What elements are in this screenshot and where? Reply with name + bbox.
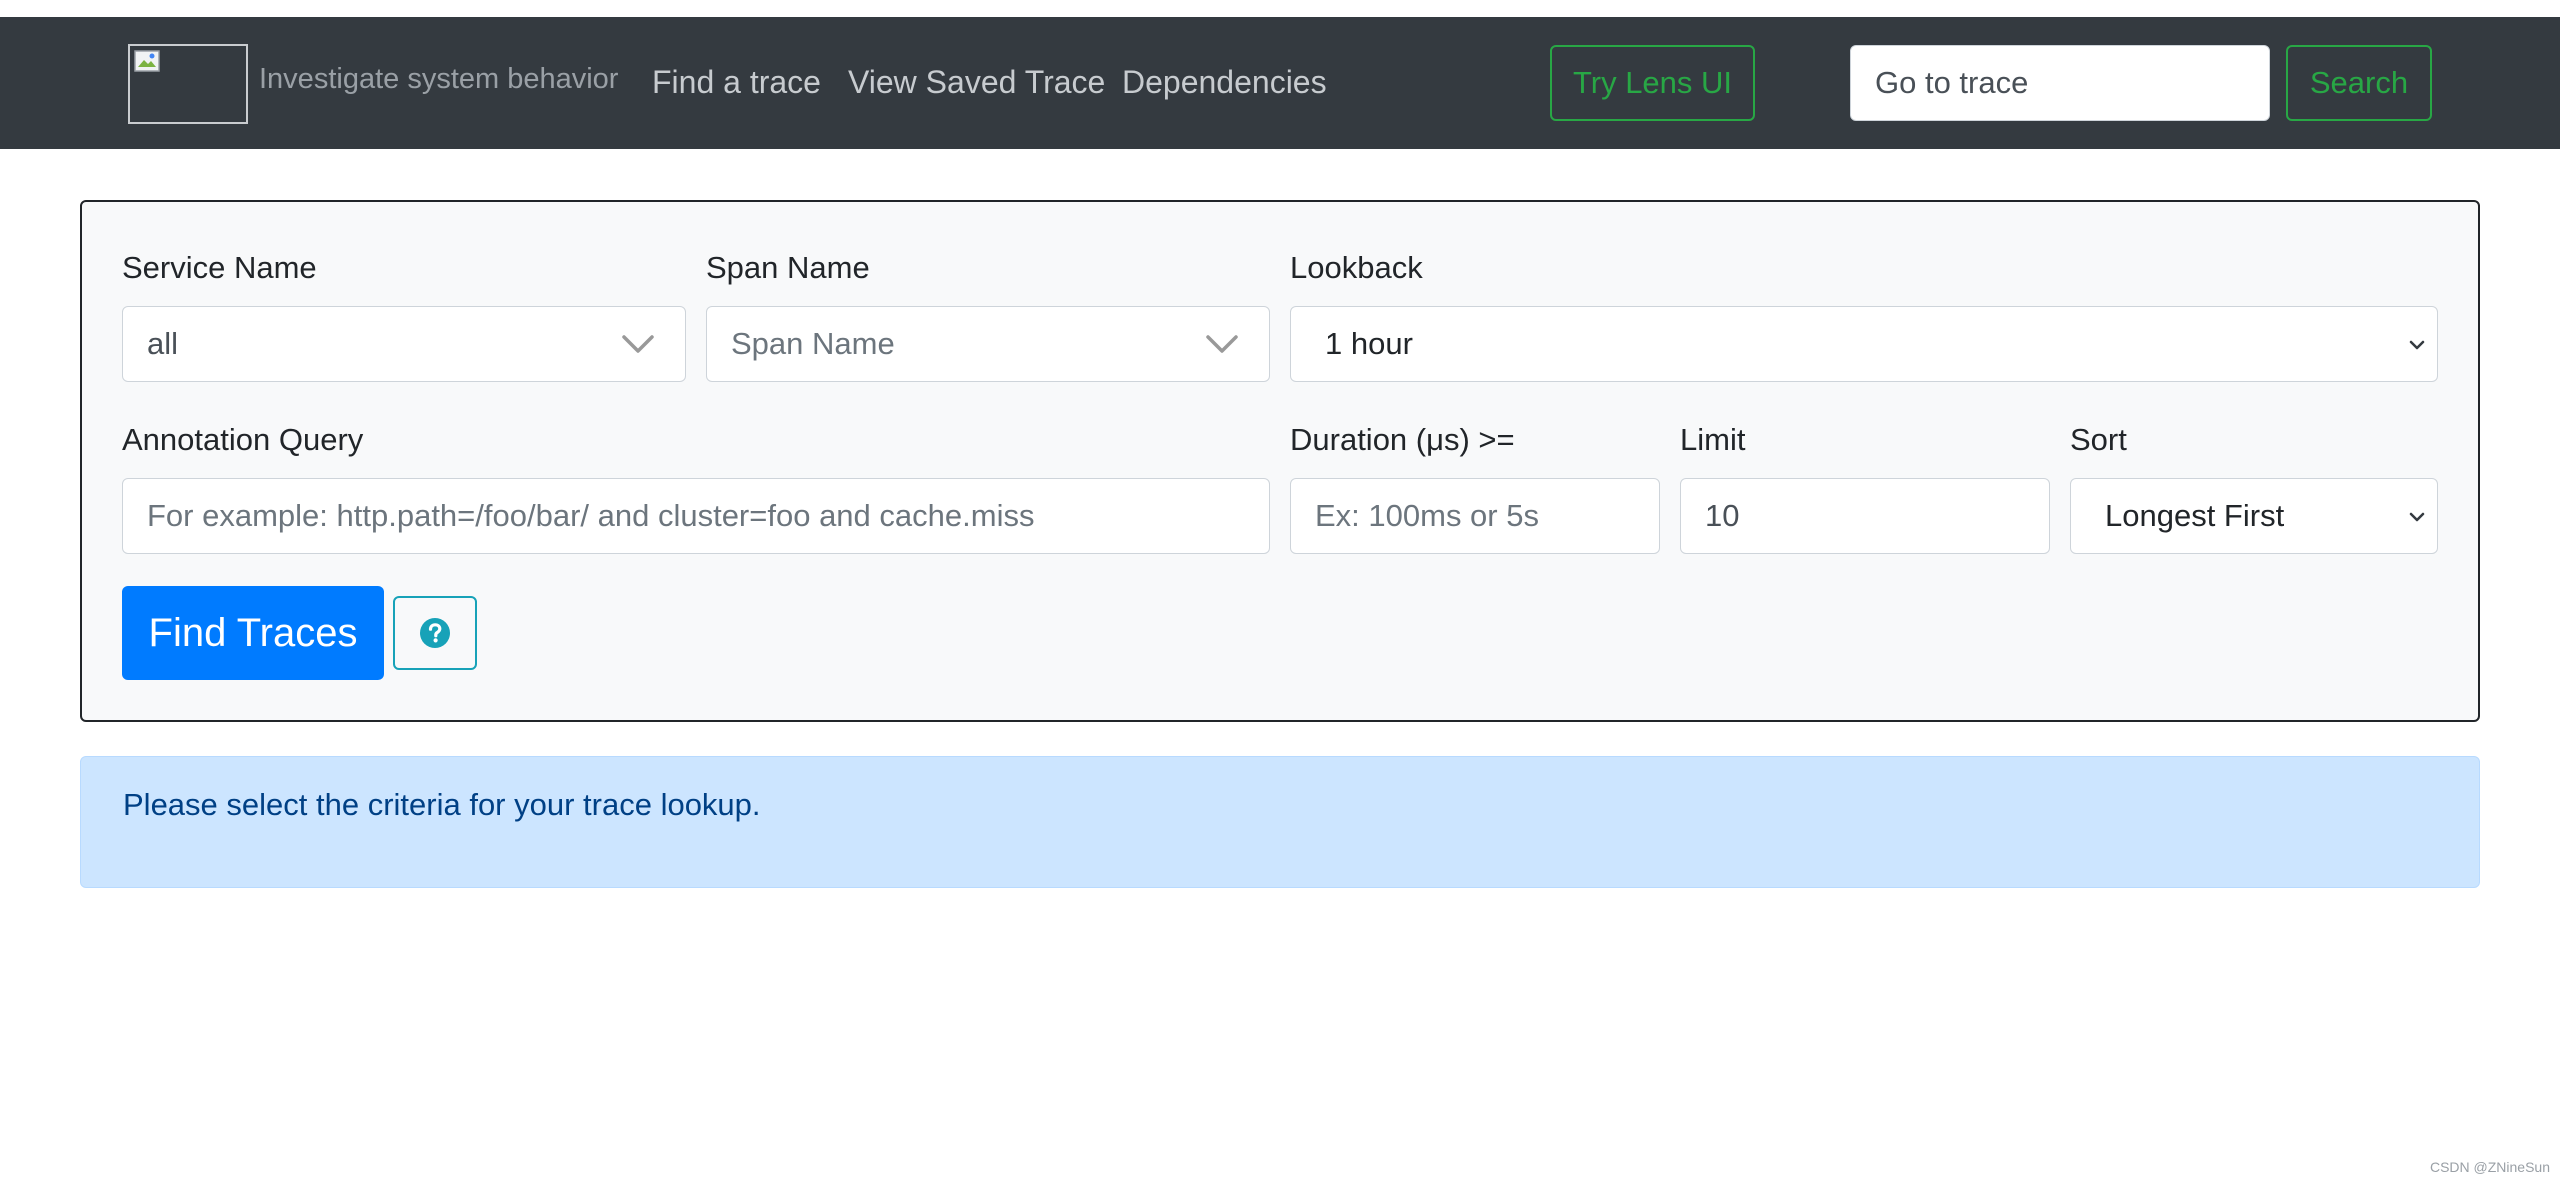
sort-value: Longest First — [2105, 498, 2285, 533]
span-name-placeholder: Span Name — [731, 326, 895, 361]
alert-message: Please select the criteria for your trac… — [123, 787, 761, 822]
service-name-label: Service Name — [122, 250, 317, 285]
limit-value: 10 — [1705, 498, 1740, 533]
brand-logo[interactable] — [128, 44, 248, 124]
navbar: Investigate system behavior Find a trace… — [0, 17, 2560, 149]
chevron-down-icon — [2409, 512, 2425, 522]
help-button[interactable] — [393, 596, 477, 670]
annotation-query-placeholder: For example: http.path=/foo/bar/ and clu… — [147, 498, 1035, 533]
duration-input[interactable]: Ex: 100ms or 5s — [1290, 478, 1660, 554]
service-name-value: all — [147, 326, 179, 361]
sort-select[interactable]: Longest First — [2070, 478, 2438, 554]
duration-placeholder: Ex: 100ms or 5s — [1315, 498, 1539, 533]
service-name-select[interactable]: all — [122, 306, 686, 382]
sort-label: Sort — [2070, 422, 2127, 457]
lookback-select[interactable]: 1 hour — [1290, 306, 2438, 382]
question-circle-icon — [420, 618, 450, 648]
search-button[interactable]: Search — [2286, 45, 2432, 121]
limit-input[interactable]: 10 — [1680, 478, 2050, 554]
nav-dependencies[interactable]: Dependencies — [1122, 64, 1327, 101]
top-strip — [0, 0, 2560, 17]
watermark: CSDN @ZNineSun — [2429, 1159, 2550, 1175]
lookback-value: 1 hour — [1325, 326, 1413, 361]
span-name-label: Span Name — [706, 250, 870, 285]
nav-view-saved-trace[interactable]: View Saved Trace — [848, 64, 1105, 101]
chevron-down-icon — [1206, 335, 1238, 353]
try-lens-ui-button[interactable]: Try Lens UI — [1550, 45, 1755, 121]
go-to-trace-input[interactable] — [1850, 45, 2270, 121]
duration-label: Duration (μs) >= — [1290, 422, 1515, 457]
annotation-query-label: Annotation Query — [122, 422, 364, 457]
info-alert: Please select the criteria for your trac… — [80, 756, 2480, 888]
brand-tagline: Investigate system behavior — [259, 63, 619, 95]
chevron-down-icon — [2409, 340, 2425, 350]
broken-image-icon — [134, 50, 160, 72]
find-traces-button[interactable]: Find Traces — [122, 586, 384, 680]
annotation-query-input[interactable]: For example: http.path=/foo/bar/ and clu… — [122, 478, 1270, 554]
chevron-down-icon — [622, 335, 654, 353]
limit-label: Limit — [1680, 422, 1746, 457]
span-name-select[interactable]: Span Name — [706, 306, 1270, 382]
nav-find-trace[interactable]: Find a trace — [652, 64, 821, 101]
lookback-label: Lookback — [1290, 250, 1423, 285]
